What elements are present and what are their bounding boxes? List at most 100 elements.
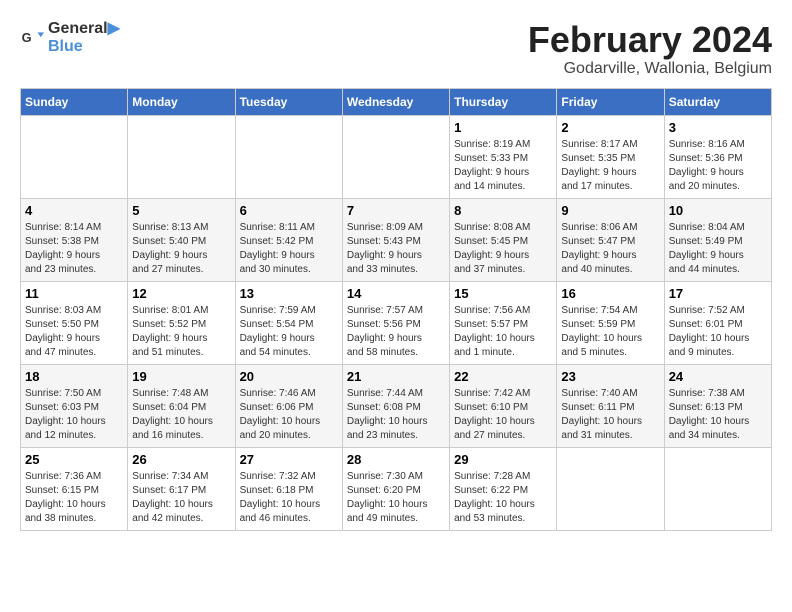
calendar-cell: 11 Sunrise: 8:03 AM Sunset: 5:50 PM Dayli… [21, 281, 128, 364]
day-number: 11 [25, 286, 123, 301]
day-info: Sunrise: 8:19 AM Sunset: 5:33 PM Dayligh… [454, 138, 552, 194]
day-info: Sunrise: 7:46 AM Sunset: 6:06 PM Dayligh… [240, 387, 338, 443]
header-friday: Friday [557, 88, 664, 115]
day-number: 14 [347, 286, 445, 301]
day-number: 22 [454, 369, 552, 384]
day-number: 29 [454, 452, 552, 467]
day-info: Sunrise: 8:04 AM Sunset: 5:49 PM Dayligh… [669, 221, 767, 277]
calendar-cell: 25 Sunrise: 7:36 AM Sunset: 6:15 PM Dayli… [21, 447, 128, 530]
calendar-cell: 27Sunrise: 7:32 AM Sunset: 6:18 PM Dayli… [235, 447, 342, 530]
logo-icon-blue: ▶ [108, 20, 120, 37]
day-info: Sunrise: 7:59 AM Sunset: 5:54 PM Dayligh… [240, 304, 338, 360]
calendar-cell: 14 Sunrise: 7:57 AM Sunset: 5:56 PM Dayli… [342, 281, 449, 364]
page-header: G General▶ Blue February 2024 Godarville… [20, 20, 772, 78]
calendar-cell: 29Sunrise: 7:28 AM Sunset: 6:22 PM Dayli… [450, 447, 557, 530]
calendar-cell: 5 Sunrise: 8:13 AM Sunset: 5:40 PM Daylig… [128, 198, 235, 281]
day-number: 1 [454, 120, 552, 135]
calendar-cell [664, 447, 771, 530]
day-info: Sunrise: 7:38 AM Sunset: 6:13 PM Dayligh… [669, 387, 767, 443]
calendar-cell: 21 Sunrise: 7:44 AM Sunset: 6:08 PM Dayli… [342, 364, 449, 447]
calendar-cell [235, 115, 342, 198]
day-info: Sunrise: 7:50 AM Sunset: 6:03 PM Dayligh… [25, 387, 123, 443]
day-info: Sunrise: 8:14 AM Sunset: 5:38 PM Dayligh… [25, 221, 123, 277]
day-info: Sunrise: 8:09 AM Sunset: 5:43 PM Dayligh… [347, 221, 445, 277]
day-number: 19 [132, 369, 230, 384]
day-info: Sunrise: 7:44 AM Sunset: 6:08 PM Dayligh… [347, 387, 445, 443]
day-info: Sunrise: 8:16 AM Sunset: 5:36 PM Dayligh… [669, 138, 767, 194]
calendar-cell: 26Sunrise: 7:34 AM Sunset: 6:17 PM Dayli… [128, 447, 235, 530]
header-monday: Monday [128, 88, 235, 115]
day-number: 4 [25, 203, 123, 218]
day-number: 12 [132, 286, 230, 301]
calendar-cell: 22 Sunrise: 7:42 AM Sunset: 6:10 PM Dayli… [450, 364, 557, 447]
day-info: Sunrise: 7:52 AM Sunset: 6:01 PM Dayligh… [669, 304, 767, 360]
subtitle: Godarville, Wallonia, Belgium [528, 60, 772, 78]
day-info: Sunrise: 8:01 AM Sunset: 5:52 PM Dayligh… [132, 304, 230, 360]
day-number: 26 [132, 452, 230, 467]
day-number: 18 [25, 369, 123, 384]
calendar-cell: 17 Sunrise: 7:52 AM Sunset: 6:01 PM Dayli… [664, 281, 771, 364]
header-sunday: Sunday [21, 88, 128, 115]
calendar-cell: 16Sunrise: 7:54 AM Sunset: 5:59 PM Dayli… [557, 281, 664, 364]
calendar-cell [128, 115, 235, 198]
day-number: 2 [561, 120, 659, 135]
day-number: 23 [561, 369, 659, 384]
day-info: Sunrise: 8:17 AM Sunset: 5:35 PM Dayligh… [561, 138, 659, 194]
main-title: February 2024 [528, 20, 772, 60]
day-number: 28 [347, 452, 445, 467]
calendar-cell: 18 Sunrise: 7:50 AM Sunset: 6:03 PM Dayli… [21, 364, 128, 447]
logo: G General▶ Blue [20, 20, 120, 55]
day-info: Sunrise: 7:36 AM Sunset: 6:15 PM Dayligh… [25, 470, 123, 526]
day-number: 24 [669, 369, 767, 384]
calendar-cell [21, 115, 128, 198]
calendar-cell: 24 Sunrise: 7:38 AM Sunset: 6:13 PM Dayli… [664, 364, 771, 447]
day-number: 8 [454, 203, 552, 218]
calendar-week-2: 11 Sunrise: 8:03 AM Sunset: 5:50 PM Dayli… [21, 281, 772, 364]
calendar-cell: 13 Sunrise: 7:59 AM Sunset: 5:54 PM Dayli… [235, 281, 342, 364]
calendar-cell: 4 Sunrise: 8:14 AM Sunset: 5:38 PM Daylig… [21, 198, 128, 281]
day-number: 16 [561, 286, 659, 301]
header-saturday: Saturday [664, 88, 771, 115]
day-number: 27 [240, 452, 338, 467]
header-thursday: Thursday [450, 88, 557, 115]
calendar-week-4: 25 Sunrise: 7:36 AM Sunset: 6:15 PM Dayli… [21, 447, 772, 530]
day-info: Sunrise: 7:56 AM Sunset: 5:57 PM Dayligh… [454, 304, 552, 360]
logo-line2: Blue [48, 38, 120, 56]
calendar-week-0: 1 Sunrise: 8:19 AM Sunset: 5:33 PM Daylig… [21, 115, 772, 198]
calendar-cell: 8 Sunrise: 8:08 AM Sunset: 5:45 PM Daylig… [450, 198, 557, 281]
day-number: 6 [240, 203, 338, 218]
day-info: Sunrise: 8:03 AM Sunset: 5:50 PM Dayligh… [25, 304, 123, 360]
day-number: 17 [669, 286, 767, 301]
day-info: Sunrise: 8:06 AM Sunset: 5:47 PM Dayligh… [561, 221, 659, 277]
day-info: Sunrise: 7:42 AM Sunset: 6:10 PM Dayligh… [454, 387, 552, 443]
calendar-cell [557, 447, 664, 530]
calendar-header-row: SundayMondayTuesdayWednesdayThursdayFrid… [21, 88, 772, 115]
calendar-cell: 28Sunrise: 7:30 AM Sunset: 6:20 PM Dayli… [342, 447, 449, 530]
day-number: 5 [132, 203, 230, 218]
day-number: 15 [454, 286, 552, 301]
calendar-cell: 19 Sunrise: 7:48 AM Sunset: 6:04 PM Dayli… [128, 364, 235, 447]
day-info: Sunrise: 8:13 AM Sunset: 5:40 PM Dayligh… [132, 221, 230, 277]
title-section: February 2024 Godarville, Wallonia, Belg… [528, 20, 772, 78]
calendar-cell: 7 Sunrise: 8:09 AM Sunset: 5:43 PM Daylig… [342, 198, 449, 281]
day-number: 21 [347, 369, 445, 384]
calendar-cell: 2 Sunrise: 8:17 AM Sunset: 5:35 PM Daylig… [557, 115, 664, 198]
day-info: Sunrise: 8:11 AM Sunset: 5:42 PM Dayligh… [240, 221, 338, 277]
header-tuesday: Tuesday [235, 88, 342, 115]
calendar-cell: 15 Sunrise: 7:56 AM Sunset: 5:57 PM Dayli… [450, 281, 557, 364]
calendar-table: SundayMondayTuesdayWednesdayThursdayFrid… [20, 88, 772, 531]
day-number: 13 [240, 286, 338, 301]
logo-icon: G [20, 26, 44, 50]
day-number: 9 [561, 203, 659, 218]
calendar-body: 1 Sunrise: 8:19 AM Sunset: 5:33 PM Daylig… [21, 115, 772, 530]
calendar-cell: 9 Sunrise: 8:06 AM Sunset: 5:47 PM Daylig… [557, 198, 664, 281]
calendar-cell [342, 115, 449, 198]
header-wednesday: Wednesday [342, 88, 449, 115]
day-info: Sunrise: 7:48 AM Sunset: 6:04 PM Dayligh… [132, 387, 230, 443]
day-info: Sunrise: 8:08 AM Sunset: 5:45 PM Dayligh… [454, 221, 552, 277]
day-info: Sunrise: 7:57 AM Sunset: 5:56 PM Dayligh… [347, 304, 445, 360]
day-number: 7 [347, 203, 445, 218]
calendar-cell: 6 Sunrise: 8:11 AM Sunset: 5:42 PM Daylig… [235, 198, 342, 281]
day-number: 10 [669, 203, 767, 218]
day-number: 25 [25, 452, 123, 467]
